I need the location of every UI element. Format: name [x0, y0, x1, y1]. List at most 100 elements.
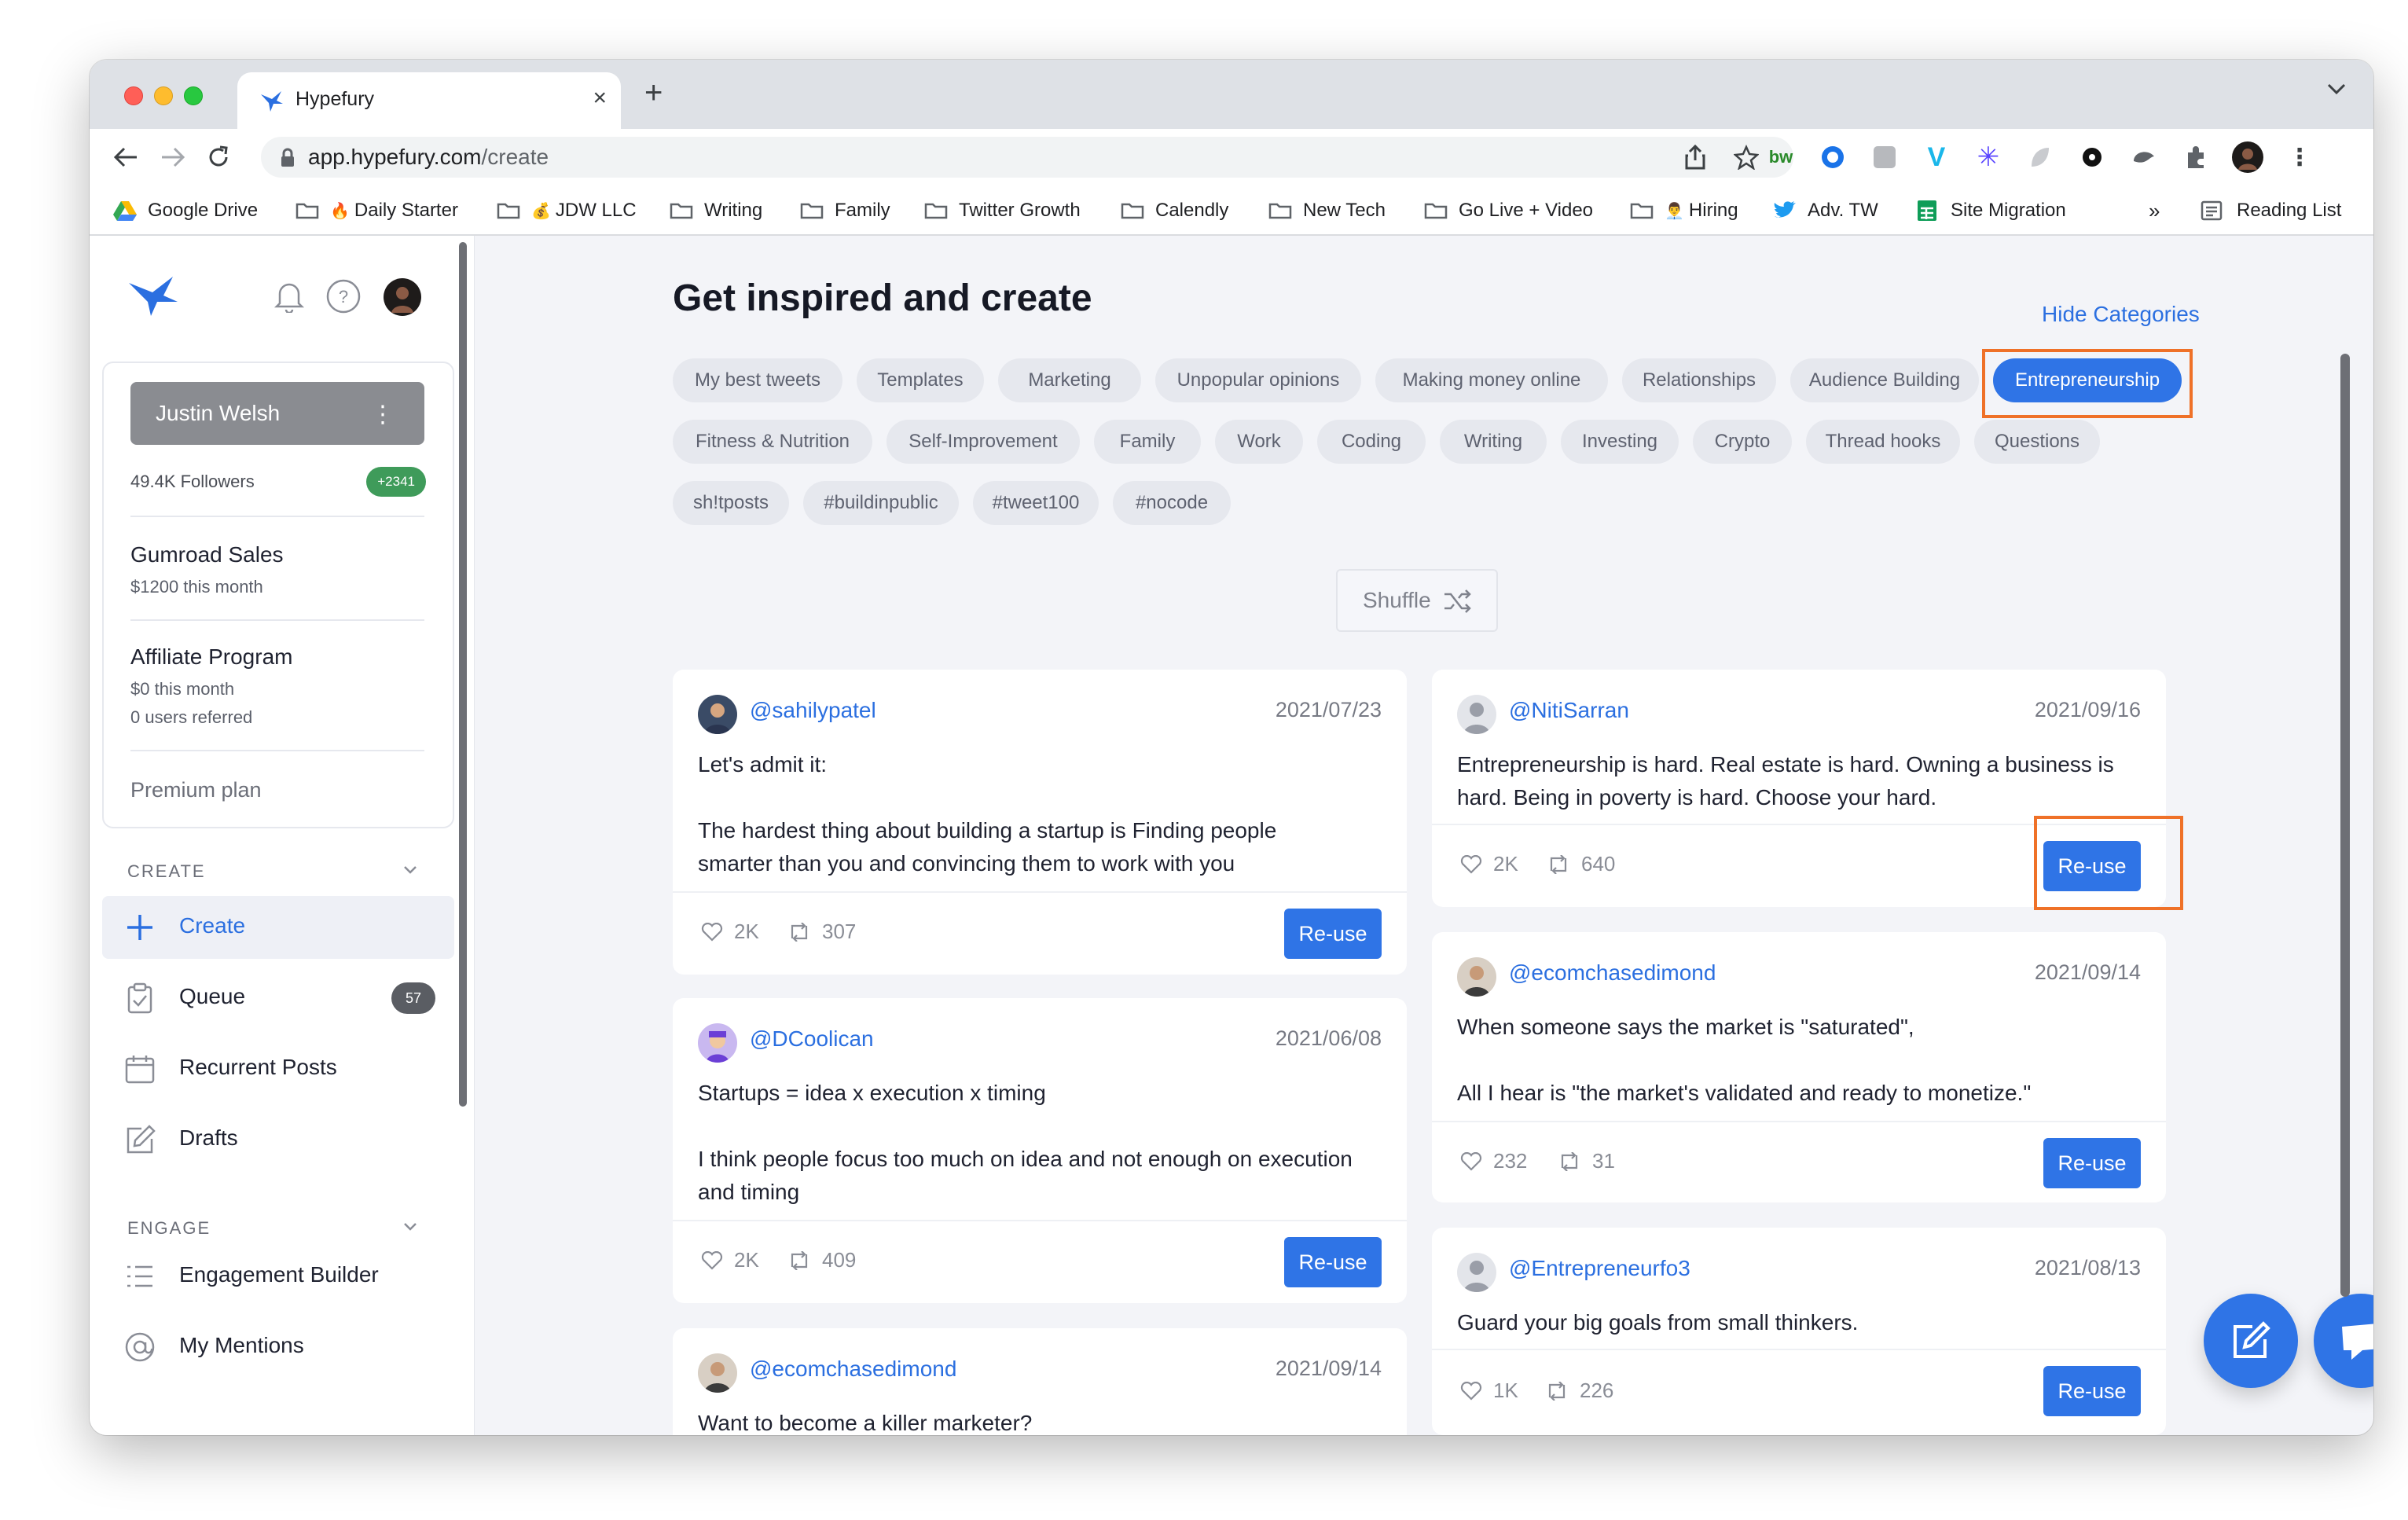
tweet-handle[interactable]: @ecomchasedimond — [750, 1357, 956, 1382]
tweet-handle[interactable]: @DCoolican — [750, 1026, 874, 1052]
sidebar-item-queue[interactable]: Queue 57 — [102, 967, 454, 1030]
category-chip[interactable]: Questions — [1974, 420, 2100, 464]
bookmark-writing[interactable]: Writing — [670, 196, 762, 225]
bookmark-new-tech[interactable]: New Tech — [1268, 196, 1386, 225]
category-chip[interactable]: #nocode — [1113, 481, 1231, 525]
category-chip[interactable]: Relationships — [1622, 358, 1776, 402]
category-chip[interactable]: Thread hooks — [1806, 420, 1960, 464]
gumroad-sales-title[interactable]: Gumroad Sales — [130, 542, 284, 567]
engage-section-heading[interactable]: ENGAGE — [127, 1218, 211, 1239]
maximize-window-button[interactable] — [184, 86, 203, 105]
bookmarks-overflow-button[interactable]: » — [2149, 196, 2160, 225]
reuse-button[interactable]: Re-use — [2043, 1366, 2141, 1416]
tweet-handle[interactable]: @NitiSarran — [1509, 698, 1629, 723]
extension-bw-icon[interactable]: bw — [1765, 141, 1797, 173]
hide-categories-link[interactable]: Hide Categories — [2042, 302, 2200, 327]
sidebar-scrollbar[interactable] — [459, 242, 467, 1107]
profile-avatar[interactable] — [2232, 141, 2263, 173]
bookmark-google-drive[interactable]: Google Drive — [113, 196, 258, 225]
main-scrollbar[interactable] — [2340, 354, 2350, 1297]
help-icon[interactable]: ? — [325, 278, 362, 314]
affiliate-program-title[interactable]: Affiliate Program — [130, 644, 292, 670]
bookmark-site-migration[interactable]: Site Migration — [1916, 196, 2066, 225]
avatar[interactable] — [1457, 695, 1496, 734]
reload-button[interactable] — [201, 140, 236, 174]
avatar[interactable] — [1457, 1253, 1496, 1292]
sidebar-item-create[interactable]: Create — [102, 896, 454, 959]
reuse-button[interactable]: Re-use — [1284, 909, 1382, 959]
tweet-handle[interactable]: @Entrepreneurfo3 — [1509, 1256, 1690, 1281]
back-button[interactable] — [108, 140, 143, 174]
extension-grey-icon[interactable] — [1869, 141, 1900, 173]
chevron-down-icon[interactable] — [402, 1221, 418, 1232]
chat-fab-button[interactable] — [2314, 1294, 2373, 1388]
compose-fab-button[interactable] — [2204, 1294, 2298, 1388]
reuse-button[interactable]: Re-use — [1284, 1237, 1382, 1287]
new-tab-button[interactable]: + — [644, 77, 663, 108]
avatar[interactable] — [1457, 957, 1496, 997]
category-chip[interactable]: Templates — [857, 358, 984, 402]
category-chip[interactable]: My best tweets — [673, 358, 842, 402]
chevron-down-icon[interactable] — [402, 865, 418, 876]
category-chip[interactable]: #tweet100 — [973, 481, 1099, 525]
category-chip[interactable]: Crypto — [1693, 420, 1792, 464]
bookmark-family[interactable]: Family — [800, 196, 890, 225]
user-avatar[interactable] — [384, 278, 421, 316]
bookmark-daily-starter[interactable]: 🔥 Daily Starter — [295, 196, 458, 225]
browser-menu-icon[interactable]: ⋮ — [2284, 141, 2315, 173]
category-chip[interactable]: #buildinpublic — [803, 481, 959, 525]
forward-button[interactable] — [156, 140, 190, 174]
close-window-button[interactable] — [124, 86, 143, 105]
shuffle-button[interactable]: Shuffle — [1336, 569, 1498, 632]
category-chip[interactable]: Work — [1215, 420, 1303, 464]
share-icon[interactable] — [1683, 145, 1707, 170]
category-chip[interactable]: sh!tposts — [673, 481, 789, 525]
category-chip[interactable]: Unpopular opinions — [1155, 358, 1361, 402]
extension-vimeo-icon[interactable]: V — [1921, 141, 1952, 173]
sidebar-item-drafts[interactable]: Drafts — [102, 1108, 454, 1171]
create-section-heading[interactable]: CREATE — [127, 861, 206, 882]
address-bar[interactable]: app.hypefury.com/create — [261, 137, 1793, 178]
avatar[interactable] — [698, 1023, 737, 1063]
extension-dot-icon[interactable] — [2076, 141, 2108, 173]
bookmark-jdw-llc[interactable]: 💰 JDW LLC — [497, 196, 637, 225]
extension-leaf-icon[interactable] — [2024, 141, 2056, 173]
bookmark-hiring[interactable]: 👨‍💼 Hiring — [1630, 196, 1738, 225]
category-chip[interactable]: Writing — [1440, 420, 1547, 464]
account-switcher-button[interactable]: Justin Welsh ⋮ — [130, 382, 424, 445]
tweet-handle[interactable]: @sahilypatel — [750, 698, 876, 723]
avatar[interactable] — [698, 1353, 737, 1393]
extension-cloud-icon[interactable] — [2128, 141, 2160, 173]
bookmark-go-live-video[interactable]: Go Live + Video — [1424, 196, 1593, 225]
sidebar-item-engagement-builder[interactable]: Engagement Builder — [102, 1245, 454, 1308]
reading-list-button[interactable]: Reading List — [2201, 196, 2341, 225]
extension-asterisk-icon[interactable]: ✳ — [1973, 141, 2004, 173]
browser-tab[interactable]: Hypefury × — [237, 72, 621, 129]
premium-plan-link[interactable]: Premium plan — [130, 778, 262, 802]
tab-search-chevron-icon[interactable] — [2326, 82, 2347, 96]
bookmark-calendly[interactable]: Calendly — [1121, 196, 1228, 225]
category-chip[interactable]: Investing — [1561, 420, 1679, 464]
bookmark-star-icon[interactable] — [1734, 145, 1759, 170]
category-chip[interactable]: Making money online — [1375, 358, 1608, 402]
bookmark-adv-tw[interactable]: Adv. TW — [1773, 196, 1878, 225]
category-chip[interactable]: Audience Building — [1790, 358, 1979, 402]
tab-close-icon[interactable]: × — [593, 85, 607, 112]
sidebar-item-recurrent-posts[interactable]: Recurrent Posts — [102, 1037, 454, 1100]
category-chip[interactable]: Fitness & Nutrition — [673, 420, 872, 464]
minimize-window-button[interactable] — [154, 86, 173, 105]
hypefury-logo-icon[interactable] — [127, 275, 179, 318]
category-chip[interactable]: Coding — [1317, 420, 1426, 464]
category-chip[interactable]: Self-Improvement — [886, 420, 1080, 464]
avatar[interactable] — [698, 695, 737, 734]
category-chip[interactable]: Marketing — [998, 358, 1141, 402]
extensions-puzzle-icon[interactable] — [2180, 141, 2212, 173]
sidebar-item-my-mentions[interactable]: My Mentions — [102, 1316, 454, 1379]
tweet-handle[interactable]: @ecomchasedimond — [1509, 960, 1716, 986]
notifications-bell-icon[interactable] — [273, 278, 305, 313]
extension-circle-icon[interactable] — [1817, 141, 1848, 173]
category-chip[interactable]: Family — [1094, 420, 1201, 464]
more-vertical-icon[interactable]: ⋮ — [371, 401, 395, 428]
reuse-button[interactable]: Re-use — [2043, 1138, 2141, 1188]
bookmark-twitter-growth[interactable]: Twitter Growth — [924, 196, 1081, 225]
